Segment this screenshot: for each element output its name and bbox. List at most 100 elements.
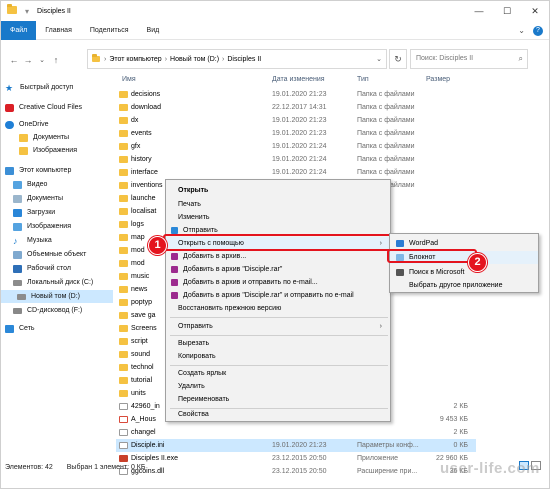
breadcrumb-separator-icon: › [164, 55, 168, 63]
cloud-icon [5, 120, 14, 129]
address-dropdown-icon[interactable]: ⌄ [376, 55, 382, 63]
back-arrow-icon[interactable]: ← [7, 55, 21, 65]
download-icon [13, 208, 22, 217]
submenu-other-app[interactable]: Выбрать другое приложение [390, 279, 538, 292]
menu-create-shortcut[interactable]: Создать ярлык [166, 367, 390, 380]
search-input[interactable]: Поиск: Disciples II ⌕ [410, 49, 528, 69]
menu-add-email[interactable]: Добавить в архив и отправить по e-mail..… [166, 276, 390, 289]
search-placeholder: Поиск: Disciples II [416, 55, 474, 62]
forward-arrow-icon[interactable]: → [21, 55, 35, 65]
nav-drive-c[interactable]: Локальный диск (C:) [13, 276, 93, 289]
tab-view[interactable]: Вид [138, 21, 169, 40]
nav-drive-d[interactable]: Новый том (D:) [1, 290, 113, 303]
breadcrumb-disciples[interactable]: Disciples II [227, 56, 261, 63]
recent-chevron-icon[interactable]: ⌄ [35, 56, 49, 64]
column-header-name[interactable]: Имя [122, 73, 136, 87]
nav-quick-access[interactable]: ★ Быстрый доступ [5, 81, 73, 94]
nav-label: Рабочий стол [27, 265, 71, 272]
menu-delete[interactable]: Удалить [166, 380, 390, 393]
file-row[interactable]: events 19.01.2020 21:23 Папка с файлами [116, 127, 476, 140]
close-button[interactable]: ✕ [521, 1, 549, 21]
file-row[interactable]: decisions 19.01.2020 21:23 Папка с файлами [116, 88, 476, 101]
menu-separator [170, 317, 388, 318]
nav-network[interactable]: Сеть [5, 322, 35, 335]
breadcrumb-drive-d[interactable]: Новый том (D:) [170, 56, 219, 63]
ribbon-tabs: Файл Главная Поделиться Вид ⌄ ? [1, 20, 549, 40]
nav-creative-cloud[interactable]: Creative Cloud Files [5, 101, 82, 114]
submenu-store[interactable]: Поиск в Microsoft [390, 266, 538, 279]
tab-home[interactable]: Главная [36, 21, 81, 40]
nav-onedrive-pictures[interactable]: Изображения [19, 144, 77, 157]
refresh-button[interactable]: ↻ [389, 49, 407, 69]
menu-restore[interactable]: Восстановить прежнюю версию [166, 302, 390, 315]
tab-share[interactable]: Поделиться [81, 21, 138, 40]
file-type: Папка с файлами [357, 130, 415, 137]
expand-ribbon-icon[interactable]: ⌄ [518, 26, 525, 35]
address-bar[interactable]: › Этот компьютер › Новый том (D:) › Disc… [87, 49, 387, 69]
file-row[interactable]: changel 2 КБ [116, 426, 476, 439]
file-row[interactable]: Disciple.ini 19.01.2020 21:23 Параметры ко… [116, 439, 476, 452]
menu-copy[interactable]: Копировать [166, 350, 390, 363]
maximize-button[interactable]: ☐ [493, 1, 521, 21]
tab-file[interactable]: Файл [1, 20, 37, 40]
breadcrumb-this-pc[interactable]: Этот компьютер [109, 56, 161, 63]
quick-access-toolbar-icon[interactable]: ▾ [25, 7, 29, 16]
nav-videos[interactable]: Видео [13, 178, 47, 191]
nav-onedrive[interactable]: OneDrive [5, 118, 49, 131]
nav-pictures[interactable]: Изображения [13, 220, 71, 233]
menu-add-archive[interactable]: Добавить в архив... [166, 250, 390, 263]
file-size: 0 КБ [453, 442, 468, 449]
nav-this-pc[interactable]: Этот компьютер [5, 164, 71, 177]
creative-cloud-icon [5, 103, 14, 112]
video-icon [13, 180, 22, 189]
nav-downloads[interactable]: Загрузки [13, 206, 55, 219]
menu-add-rar-email[interactable]: Добавить в архив "Disciple.rar" и отправ… [166, 289, 390, 302]
file-row[interactable]: gfx 19.01.2020 21:24 Папка с файлами [116, 140, 476, 153]
wordpad-icon [396, 240, 404, 247]
menu-add-rar[interactable]: Добавить в архив "Disciple.rar" [166, 263, 390, 276]
file-name: decisions [131, 91, 161, 98]
menu-label: Добавить в архив... [183, 253, 247, 260]
submenu-label: WordPad [409, 240, 439, 247]
winrar-icon [171, 253, 178, 260]
menu-cut[interactable]: Вырезать [166, 337, 390, 350]
file-row[interactable]: Disciples II.exe 23.12.2015 20:50 Приложен… [116, 452, 476, 465]
file-type: Папка с файлами [357, 169, 415, 176]
file-row[interactable]: dx 19.01.2020 21:23 Папка с файлами [116, 114, 476, 127]
column-header-size[interactable]: Размер [426, 73, 450, 87]
nav-onedrive-documents[interactable]: Документы [19, 131, 69, 144]
file-row[interactable]: ggcoins.dll 23.12.2015 20:50 Расширение пр… [116, 465, 476, 478]
file-date: 19.01.2020 21:23 [272, 91, 327, 98]
nav-documents[interactable]: Документы [13, 192, 63, 205]
file-row[interactable]: history 19.01.2020 21:24 Папка с файлами [116, 153, 476, 166]
help-icon[interactable]: ? [533, 25, 543, 36]
file-date: 19.01.2020 21:23 [272, 442, 327, 449]
column-header-type[interactable]: Тип [357, 73, 369, 87]
minimize-button[interactable]: — [465, 1, 493, 21]
winrar-icon [171, 266, 178, 273]
file-name: dx [131, 117, 139, 124]
menu-rename[interactable]: Переименовать [166, 393, 390, 406]
menu-properties[interactable]: Свойства [166, 408, 390, 421]
nav-label: CD-дисковод (F:) [27, 307, 83, 314]
menu-edit[interactable]: Изменить [166, 211, 390, 224]
music-icon: ♪ [13, 235, 18, 246]
column-header-date[interactable]: Дата изменения [272, 73, 325, 87]
nav-music[interactable]: ♪ Музыка [13, 234, 52, 247]
file-name: download [131, 104, 161, 111]
nav-3d-objects[interactable]: Объемные объект [13, 248, 86, 261]
menu-label: Отправить [178, 323, 213, 330]
nav-cd-drive[interactable]: CD-дисковод (F:) [13, 304, 82, 317]
nav-label: OneDrive [19, 121, 49, 128]
file-name: changel [131, 429, 156, 436]
file-type: Папка с файлами [357, 117, 415, 124]
nav-desktop[interactable]: Рабочий стол [13, 262, 71, 275]
file-row[interactable]: download 22.12.2017 14:31 Папка с файлами [116, 101, 476, 114]
menu-open[interactable]: Открыть [166, 184, 390, 197]
file-row[interactable]: interface 19.01.2020 21:24 Папка с файлами [116, 166, 476, 179]
menu-send-to[interactable]: Отправить › [166, 320, 390, 333]
menu-print[interactable]: Печать [166, 198, 390, 211]
watermark: user-life.com [440, 460, 540, 477]
up-arrow-icon[interactable]: ↑ [49, 55, 63, 65]
step-badge-2: 2 [468, 253, 487, 272]
